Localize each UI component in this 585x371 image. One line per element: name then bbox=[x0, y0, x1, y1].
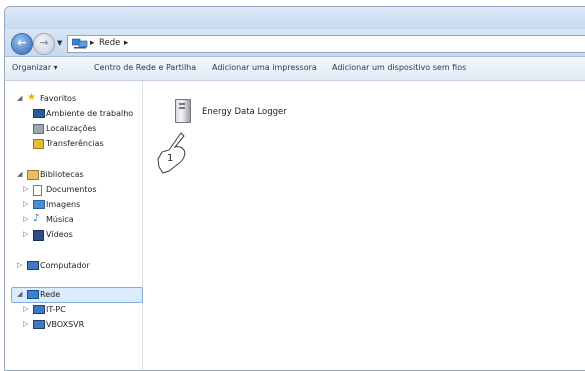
pointing-hand-callout bbox=[157, 132, 186, 174]
back-button[interactable]: ← bbox=[11, 33, 33, 55]
expanded-arrow-icon[interactable]: ◢ bbox=[17, 170, 22, 178]
history-dropdown-icon[interactable]: ▼ bbox=[57, 39, 62, 47]
music-icon: ♪ bbox=[33, 213, 40, 224]
title-bar bbox=[5, 7, 585, 29]
address-box[interactable]: ▸ Rede ▸ bbox=[67, 35, 585, 53]
server-icon bbox=[175, 99, 191, 123]
documents-icon bbox=[33, 185, 42, 196]
forward-button[interactable]: → bbox=[33, 33, 55, 55]
star-icon: ★ bbox=[27, 92, 36, 103]
add-printer-button[interactable]: Adicionar uma impressora bbox=[212, 63, 317, 72]
expanded-arrow-icon[interactable]: ◢ bbox=[17, 94, 22, 102]
desktop-icon bbox=[33, 109, 45, 118]
organize-button[interactable]: Organizar ▾ bbox=[12, 63, 58, 72]
breadcrumb-rede[interactable]: Rede bbox=[99, 38, 120, 48]
back-arrow-icon: ← bbox=[17, 36, 27, 49]
videos-icon bbox=[33, 230, 44, 241]
content-pane: Energy Data Logger 1 bbox=[143, 81, 585, 370]
command-bar: Organizar ▾ Centro de Rede e Partilha Ad… bbox=[5, 57, 585, 81]
network-icon bbox=[72, 38, 88, 49]
device-label: Energy Data Logger bbox=[202, 107, 287, 117]
network-icon bbox=[27, 290, 39, 299]
collapsed-arrow-icon[interactable]: ▷ bbox=[23, 200, 28, 208]
collapsed-arrow-icon[interactable]: ▷ bbox=[23, 215, 28, 223]
forward-arrow-icon: → bbox=[39, 36, 49, 49]
computer-icon bbox=[27, 261, 39, 270]
expanded-arrow-icon[interactable]: ◢ bbox=[17, 290, 22, 298]
breadcrumb-arrow-icon: ▸ bbox=[90, 38, 95, 48]
computer-icon bbox=[33, 320, 45, 329]
callout-number: 1 bbox=[167, 153, 174, 164]
collapsed-arrow-icon[interactable]: ▷ bbox=[23, 185, 28, 193]
places-icon bbox=[33, 124, 44, 134]
computer-icon bbox=[33, 305, 45, 314]
breadcrumb-arrow-icon[interactable]: ▸ bbox=[124, 38, 128, 48]
address-bar-area: ← → ▼ ▸ Rede ▸ bbox=[5, 29, 585, 57]
navigation-pane: ◢ ★ Favoritos Ambiente de trabalho Local… bbox=[5, 81, 143, 370]
explorer-window: ← → ▼ ▸ Rede ▸ Organizar ▾ Centro de Red… bbox=[4, 6, 585, 371]
collapsed-arrow-icon[interactable]: ▷ bbox=[17, 261, 22, 269]
device-energy-data-logger[interactable]: Energy Data Logger 1 bbox=[157, 99, 287, 174]
library-icon bbox=[27, 170, 39, 180]
collapsed-arrow-icon[interactable]: ▷ bbox=[23, 305, 28, 313]
images-icon bbox=[33, 200, 45, 209]
network-center-button[interactable]: Centro de Rede e Partilha bbox=[94, 63, 196, 72]
collapsed-arrow-icon[interactable]: ▷ bbox=[23, 320, 28, 328]
downloads-icon bbox=[33, 139, 44, 149]
collapsed-arrow-icon[interactable]: ▷ bbox=[23, 230, 28, 238]
add-wireless-device-button[interactable]: Adicionar um dispositivo sem fios bbox=[332, 63, 466, 72]
